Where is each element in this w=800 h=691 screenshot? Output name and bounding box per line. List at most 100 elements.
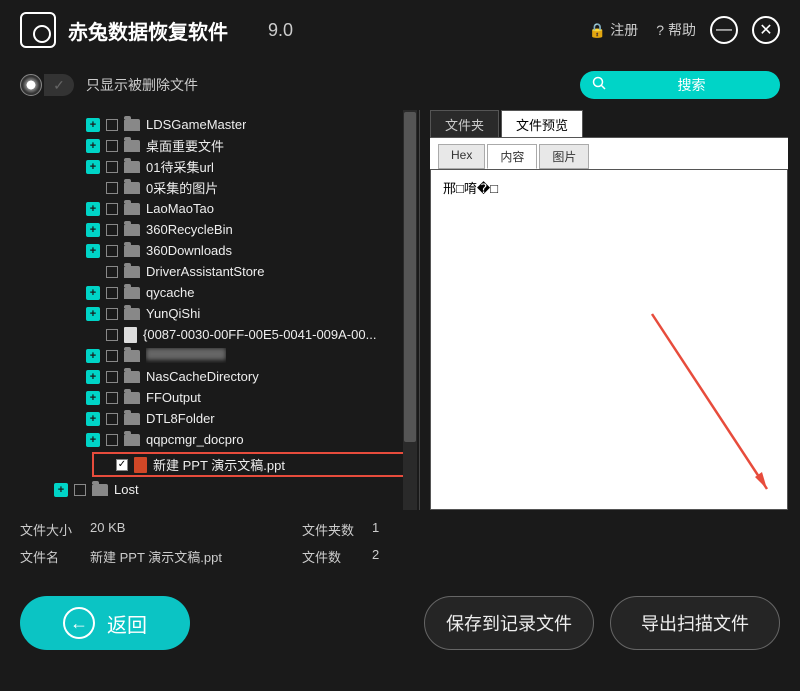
tree-item[interactable]: + 桌面重要文件 — [12, 135, 419, 156]
annotation-arrow-icon — [642, 304, 782, 504]
back-arrow-icon: ← — [63, 607, 95, 639]
checkbox[interactable] — [106, 308, 118, 320]
preview-panel: 文件夹 文件预览 Hex 内容 图片 邢□唷�□ — [430, 110, 788, 510]
folder-icon — [124, 266, 140, 278]
checkbox[interactable] — [106, 329, 118, 341]
help-label: 帮助 — [668, 20, 696, 40]
tree-item-label: 0采集的图片 — [146, 178, 218, 197]
expand-icon[interactable]: + — [86, 160, 100, 174]
close-button[interactable]: ✕ — [752, 16, 780, 44]
tab-file-preview[interactable]: 文件预览 — [501, 110, 583, 137]
tree-item[interactable]: 0采集的图片 — [12, 177, 419, 198]
toolbar: ✓ 只显示被删除文件 搜索 — [0, 60, 800, 110]
tree-item-label: {0087-0030-00FF-00E5-0041-009A-00... — [143, 327, 376, 342]
expand-icon[interactable]: + — [86, 244, 100, 258]
checkbox[interactable] — [106, 392, 118, 404]
tree-item[interactable]: DriverAssistantStore — [12, 261, 419, 282]
checkbox[interactable] — [106, 371, 118, 383]
expand-icon[interactable]: + — [86, 223, 100, 237]
checkbox[interactable] — [106, 245, 118, 257]
expand-icon[interactable]: + — [86, 433, 100, 447]
help-button[interactable]: ? 帮助 — [656, 20, 696, 40]
disc-toggle[interactable]: ✓ — [20, 74, 74, 96]
tree-item[interactable]: +qqpcmgr_docpro — [12, 429, 419, 450]
name-value: 新建 PPT 演示文稿.ppt — [90, 547, 222, 566]
tree-item-label: YunQiShi — [146, 306, 200, 321]
checkbox[interactable] — [106, 287, 118, 299]
register-button[interactable]: 🔒 注册 — [589, 20, 638, 40]
sub-tab-image[interactable]: 图片 — [539, 144, 589, 169]
expand-icon[interactable]: + — [86, 202, 100, 216]
app-title: 赤兔数据恢复软件 — [68, 16, 228, 45]
tree-item[interactable]: +FFOutput — [12, 387, 419, 408]
export-button[interactable]: 导出扫描文件 — [610, 596, 780, 650]
preview-tabs: 文件夹 文件预览 — [430, 110, 788, 138]
tree-item[interactable]: +360RecycleBin — [12, 219, 419, 240]
tree-item[interactable]: + YunQiShi — [12, 303, 419, 324]
expand-icon[interactable]: + — [86, 118, 100, 132]
preview-sub-tabs: Hex 内容 图片 — [430, 138, 788, 169]
tab-folder[interactable]: 文件夹 — [430, 110, 499, 137]
expand-icon[interactable]: + — [86, 391, 100, 405]
save-log-button[interactable]: 保存到记录文件 — [424, 596, 594, 650]
tree-item[interactable]: + NasCacheDirectory — [12, 366, 419, 387]
toggle-check-icon: ✓ — [44, 74, 74, 96]
folder-icon — [124, 434, 140, 446]
tree-item-label: Lost — [114, 482, 139, 497]
checkbox[interactable] — [74, 484, 86, 496]
tree-item-label: 桌面重要文件 — [146, 136, 224, 155]
checkbox[interactable] — [106, 203, 118, 215]
expand-icon[interactable]: + — [86, 412, 100, 426]
expand-icon[interactable]: + — [86, 370, 100, 384]
vertical-scrollbar[interactable] — [403, 110, 417, 510]
file-tree-panel: +LDSGameMaster+桌面重要文件+01待采集url0采集的图片+Lao… — [12, 110, 420, 510]
expand-icon[interactable]: + — [54, 483, 68, 497]
help-icon: ? — [656, 22, 664, 38]
search-label: 搜索 — [615, 75, 768, 95]
main-area: +LDSGameMaster+桌面重要文件+01待采集url0采集的图片+Lao… — [0, 110, 800, 510]
disc-icon — [20, 74, 42, 96]
tree-item[interactable]: +DTL8Folder — [12, 408, 419, 429]
tree-item[interactable]: +LDSGameMaster — [12, 114, 419, 135]
search-icon — [592, 76, 607, 95]
checkbox[interactable] — [106, 224, 118, 236]
tree-item-label: NasCacheDirectory — [146, 369, 259, 384]
size-label: 文件大小 — [20, 520, 90, 539]
checkbox[interactable] — [106, 119, 118, 131]
tree-item[interactable]: + — [12, 345, 419, 366]
folder-icon — [124, 182, 140, 194]
checkbox[interactable] — [106, 350, 118, 362]
search-box[interactable]: 搜索 — [580, 71, 780, 99]
bottom-bar: ← 返回 保存到记录文件 导出扫描文件 — [0, 576, 800, 670]
tree-item[interactable]: +LaoMaoTao — [12, 198, 419, 219]
app-version: 9.0 — [268, 20, 293, 41]
folder-icon — [124, 224, 140, 236]
scrollbar-thumb[interactable] — [404, 112, 416, 442]
minimize-button[interactable]: — — [710, 16, 738, 44]
checkbox[interactable] — [106, 140, 118, 152]
tree-item[interactable]: +360Downloads — [12, 240, 419, 261]
checkbox[interactable] — [106, 413, 118, 425]
tree-item[interactable]: +qycache — [12, 282, 419, 303]
expand-icon[interactable]: + — [86, 139, 100, 153]
sub-tab-content[interactable]: 内容 — [487, 144, 537, 169]
checkbox[interactable] — [106, 182, 118, 194]
tree-item[interactable]: {0087-0030-00FF-00E5-0041-009A-00... — [12, 324, 419, 345]
tree-item[interactable]: + Lost — [12, 479, 419, 500]
tree-item[interactable]: ✓新建 PPT 演示文稿.ppt — [96, 454, 285, 475]
expand-icon[interactable]: + — [86, 307, 100, 321]
sub-tab-hex[interactable]: Hex — [438, 144, 485, 169]
checkbox[interactable] — [106, 161, 118, 173]
folder-icon — [124, 161, 140, 173]
back-button[interactable]: ← 返回 — [20, 596, 190, 650]
checkbox[interactable] — [106, 266, 118, 278]
register-label: 注册 — [610, 20, 638, 40]
folder-icon — [124, 287, 140, 299]
tree-item[interactable]: +01待采集url — [12, 156, 419, 177]
expand-icon[interactable]: + — [86, 349, 100, 363]
checkbox[interactable] — [106, 434, 118, 446]
folders-label: 文件夹数 — [302, 520, 372, 539]
lock-icon: 🔒 — [589, 22, 606, 39]
checkbox[interactable]: ✓ — [116, 459, 128, 471]
expand-icon[interactable]: + — [86, 286, 100, 300]
